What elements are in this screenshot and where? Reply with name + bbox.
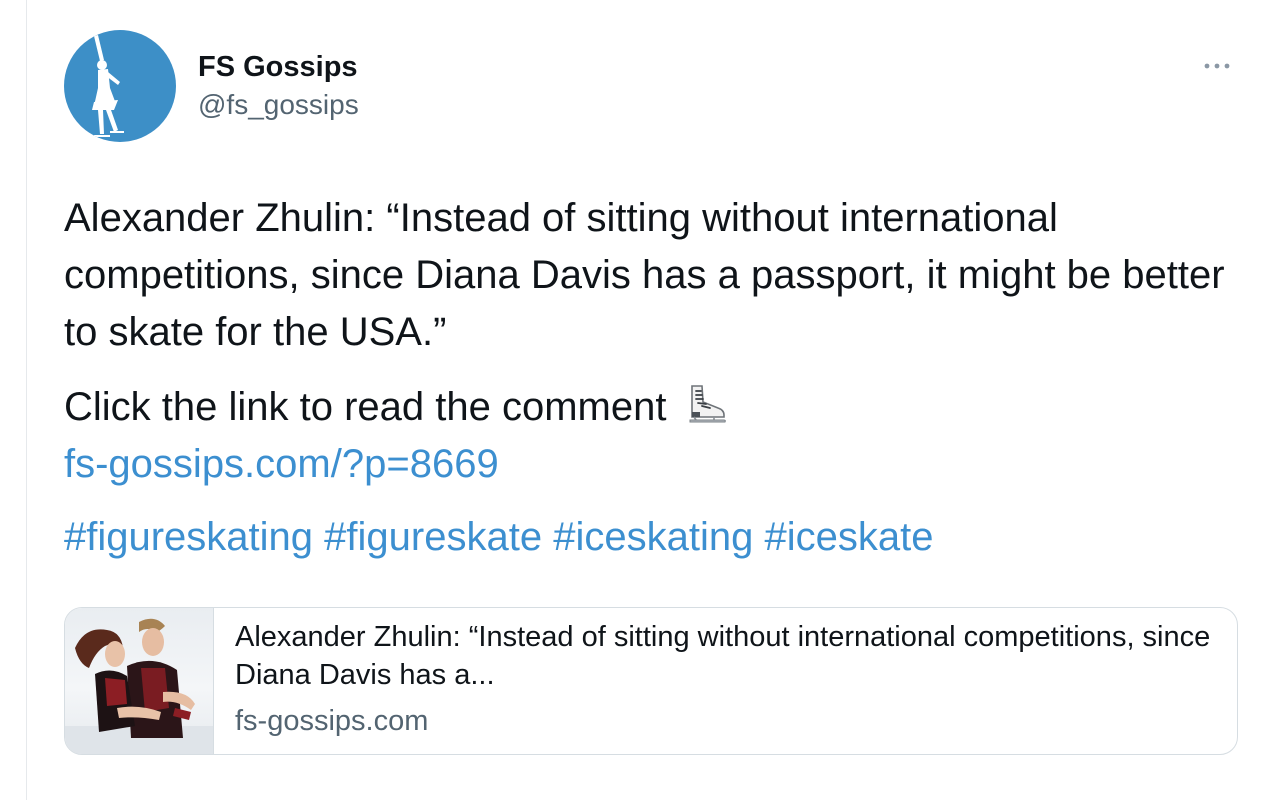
link-preview-domain: fs-gossips.com [235,705,429,737]
timeline-divider [26,0,27,800]
link-preview-title: Alexander Zhulin: “Instead of sitting wi… [235,621,1211,691]
skater-silhouette-icon [92,35,124,137]
ice-skate-icon [689,385,726,423]
tweet-text-cta: Click the link to read the comment [64,379,1238,436]
hashtag-iceskate[interactable]: #iceskate [764,515,933,559]
hashtag-figureskate[interactable]: #figureskate [324,515,542,559]
link-preview-text: Alexander Zhulin: “Instead of sitting wi… [235,618,1215,740]
hashtag-iceskating[interactable]: #iceskating [553,515,753,559]
hashtag-figureskating[interactable]: #figureskating [64,515,313,559]
tweet-link[interactable]: fs-gossips.com/?p=8669 [64,436,1238,493]
link-preview-thumbnail [65,608,214,754]
link-preview-card[interactable]: Alexander Zhulin: “Instead of sitting wi… [64,607,1238,755]
skaters-photo-icon [65,618,213,754]
tweet-text: Alexander Zhulin: “Instead of sitting wi… [64,196,1225,354]
avatar[interactable] [64,30,176,142]
cta-text: Click the link to read the comment [64,385,667,429]
display-name[interactable]: FS Gossips [198,48,359,86]
hashtag-list: #figureskating #figureskate #iceskating … [64,509,1238,566]
more-horizontal-icon[interactable] [1202,58,1232,74]
tweet-body: Alexander Zhulin: “Instead of sitting wi… [64,190,1238,566]
tweet-author: FS Gossips @fs_gossips [198,48,359,124]
user-handle[interactable]: @fs_gossips [198,86,359,124]
